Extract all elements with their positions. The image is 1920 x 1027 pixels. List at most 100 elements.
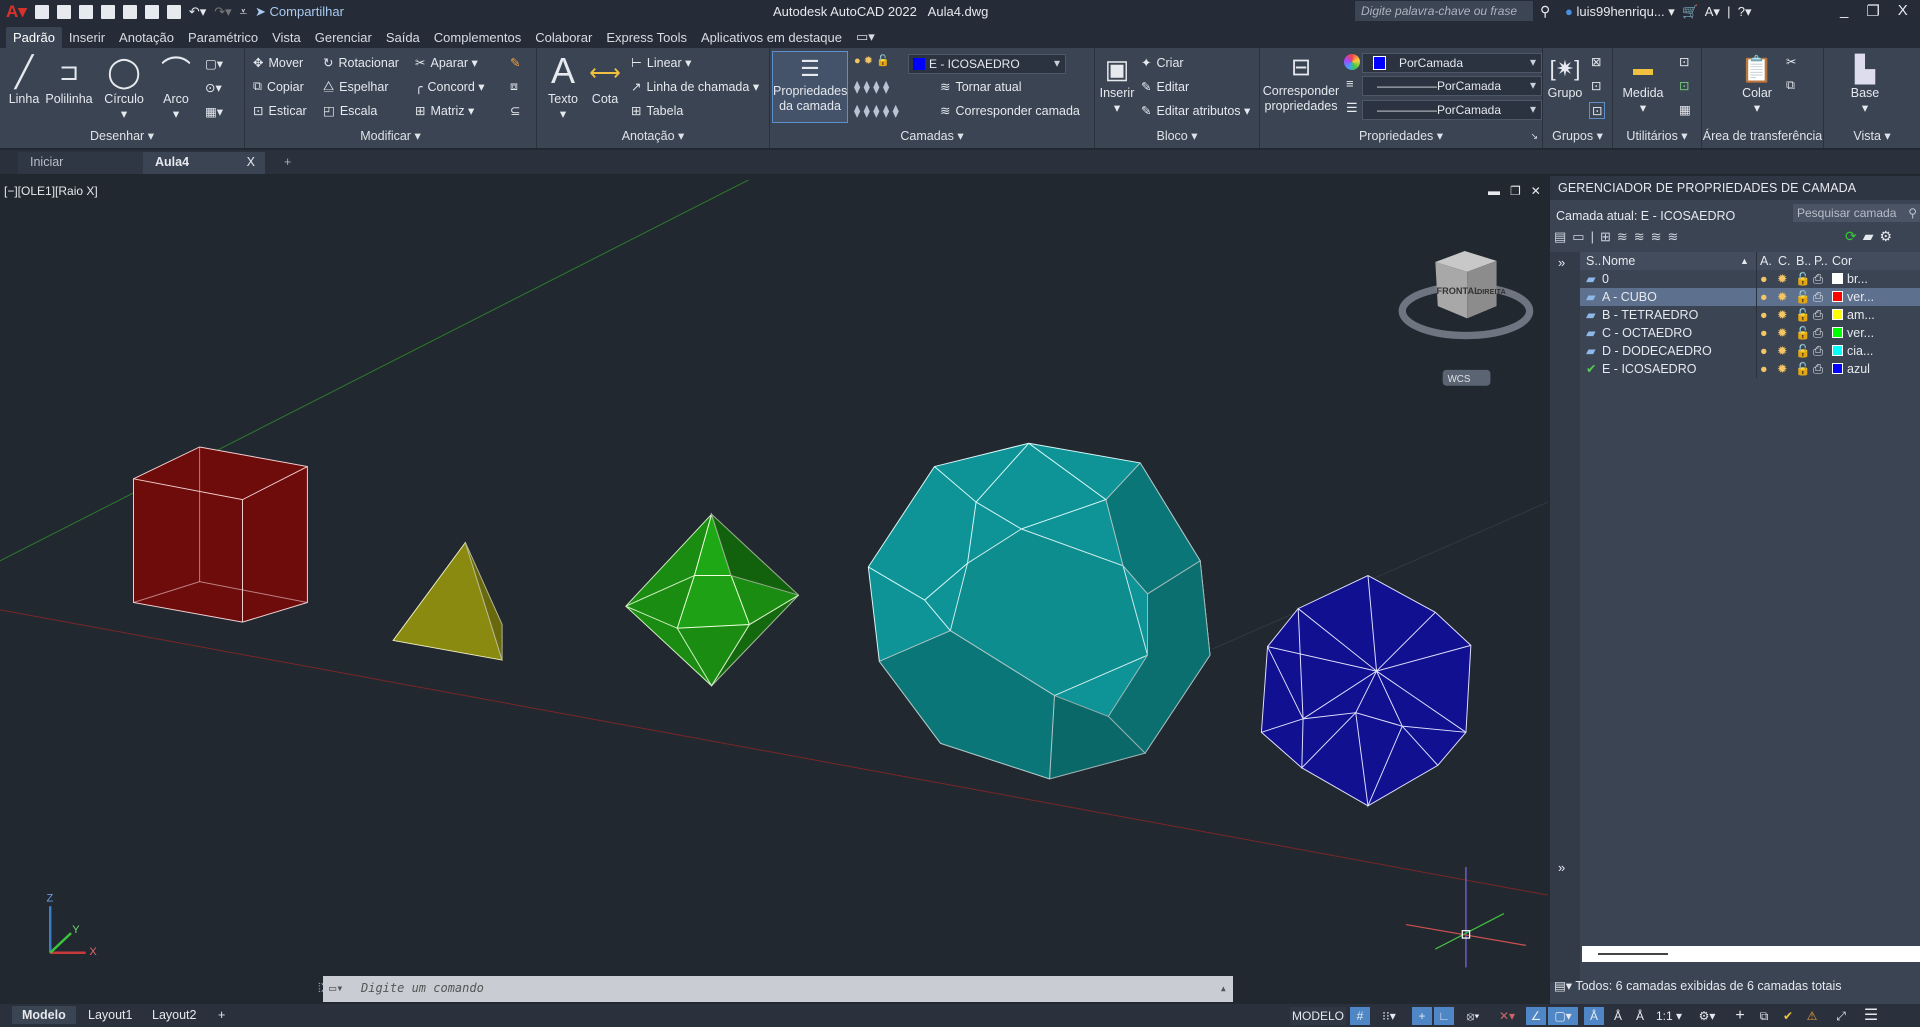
viewcube[interactable]: FRONTAL DIREITA WCS [1398,251,1534,386]
line-button[interactable]: ╱ Linha [4,54,44,107]
layer-on-bulb-icon[interactable]: ● [1760,342,1768,360]
annotation-visibility-icon[interactable]: Å [1584,1007,1604,1025]
layer-unlock-icon[interactable]: 🔓 [1795,270,1811,288]
expand-filters-icon[interactable]: » [1558,255,1565,270]
redo-icon[interactable]: ↷▾ [214,4,231,20]
viewport-controls-label[interactable]: [−][OLE1][Raio X] [4,184,98,198]
ungroup-icon[interactable]: ⊠ [1591,54,1601,69]
erase-icon[interactable]: ✎ [510,55,520,70]
panel-title-transferencia[interactable]: Área de transferência [1702,126,1823,148]
layer-state-icons[interactable]: ● ✹ 🔓 [854,54,890,67]
layer-name[interactable]: A - CUBO [1602,288,1657,306]
new-tab-button[interactable]: + [272,152,303,174]
insert-button[interactable]: ▣ Inserir ▾ [1097,52,1137,116]
expand-filters-bottom-icon[interactable]: » [1558,860,1565,875]
polyline-button[interactable]: ⊐ Polilinha [44,54,94,107]
isolate-objects-icon[interactable]: ✔ [1778,1007,1798,1025]
customization-menu-icon[interactable]: ☰ [1860,1007,1882,1025]
restore-button[interactable]: ❐ [1866,2,1879,20]
panel-title-bloco[interactable]: Bloco ▾ [1095,126,1259,148]
tab-aplicativos[interactable]: Aplicativos em destaque [694,27,849,48]
layer-unlock-icon[interactable]: 🔓 [1795,342,1811,360]
layer-plot-icon[interactable]: ⎙ [1813,342,1823,360]
settings-icon[interactable]: ⚙ [1880,228,1899,244]
trim-button[interactable]: ✂ Aparar ▾ [415,55,478,70]
command-history-icon[interactable]: ▴ [1220,981,1227,995]
panel-title-grupos[interactable]: Grupos ▾ [1543,126,1612,148]
layer-unlock-icon[interactable]: 🔓 [1795,324,1811,342]
tab-complementos[interactable]: Complementos [427,27,528,48]
auto-scale-icon[interactable]: Å [1608,1007,1628,1025]
move-button[interactable]: ✥ Mover [253,55,303,71]
layer-unlock-icon[interactable]: 🔓 [1795,360,1811,378]
paste-button[interactable]: 📋 Colar ▾ [1732,52,1782,116]
octahedron-solid[interactable] [625,512,800,687]
dodecahedron-solid[interactable] [867,442,1211,780]
layer-color-cell[interactable]: azul [1832,360,1870,378]
layer-plot-icon[interactable]: ⎙ [1813,270,1823,288]
filter-icon[interactable]: ▤▾ [1554,979,1572,993]
tab-padrao[interactable]: Padrão [6,26,62,48]
edit-block-button[interactable]: ✎ Editar [1141,79,1189,95]
save-icon[interactable] [78,5,93,19]
layer-color-cell[interactable]: cia... [1832,342,1873,360]
layer-on-bulb-icon[interactable]: ● [1760,306,1768,324]
tab-express-tools[interactable]: Express Tools [599,27,694,48]
layer-on-bulb-icon[interactable]: ● [1760,270,1768,288]
layer-plot-icon[interactable]: ⎙ [1813,324,1823,342]
layer-row[interactable]: ▰ C - OCTAEDRO ● ✹ 🔓 ⎙ ver... [1580,324,1920,342]
col-status[interactable]: S.. [1586,252,1601,270]
group-edit-icon[interactable]: ⊡ [1591,78,1601,93]
tab-aula4[interactable]: Aula4 X [143,152,265,174]
ribbon-minimize-icon[interactable]: ▭▾ [849,26,882,48]
rectangle-icon[interactable]: ▢▾ [205,56,223,71]
ellipse-icon[interactable]: ⊙▾ [205,80,222,95]
panel-title-desenhar[interactable]: Desenhar ▾ [0,126,244,148]
tab-inserir[interactable]: Inserir [62,27,112,48]
tab-colaborar[interactable]: Colaborar [528,27,599,48]
print-icon[interactable] [166,5,181,19]
arc-button[interactable]: ⌒ Arco ▾ [156,54,196,122]
panel-title-propriedades[interactable]: Propriedades ▾ ↘ [1260,126,1542,148]
workspace-gear-icon[interactable]: ⚙▾ [1690,1007,1724,1025]
command-input[interactable]: ▭▾ Digite um comando ▴ [323,976,1233,1002]
select-all-icon[interactable]: ⊡ [1679,78,1689,93]
layer-color-cell[interactable]: am... [1832,306,1875,324]
layer-tools-row-1[interactable]: ⧫ ⧫ ⧫ ⧫ [854,79,889,94]
dimension-button[interactable]: ⟷ Cota [587,54,623,107]
layer-thaw-sun-icon[interactable]: ✹ [1777,342,1787,360]
units-plus-icon[interactable]: + [1730,1007,1750,1025]
leader-button[interactable]: ↗ Linha de chamada ▾ [631,79,759,94]
polar-icon[interactable]: ⦻▾ [1458,1007,1488,1025]
customize-icon[interactable]: ⩡ [240,4,247,20]
layer-thaw-sun-icon[interactable]: ✹ [1777,270,1787,288]
panel-title-camadas[interactable]: Camadas ▾ [770,126,1094,148]
circle-button[interactable]: ◯ Círculo ▾ [100,54,148,122]
mirror-button[interactable]: ⧋ Espelhar [323,79,389,94]
stretch-button[interactable]: ⊡ Esticar [253,103,307,119]
graphics-performance-icon[interactable]: ⚠ [1802,1007,1822,1025]
explode-icon[interactable]: ⧈ [510,79,518,94]
tab-anotacao[interactable]: Anotação [112,27,181,48]
layer-thaw-sun-icon[interactable]: ✹ [1777,360,1787,378]
layer-color-cell[interactable]: br... [1832,270,1868,288]
autocad-logo-icon[interactable]: A▾ [6,2,27,22]
linear-button[interactable]: ⊢ Linear ▾ [631,55,691,70]
layer-row[interactable]: ▰ B - TETRAEDRO ● ✹ 🔓 ⎙ am... [1580,306,1920,324]
scale-button[interactable]: ◰ Escala [323,103,377,119]
col-on[interactable]: A. [1760,252,1772,270]
search-input[interactable]: Digite palavra-chave ou frase [1355,1,1533,21]
layer-row[interactable]: ▰ 0 ● ✹ 🔓 ⎙ br... [1580,270,1920,288]
layer-color-cell[interactable]: ver... [1832,288,1874,306]
layer-filter-tree[interactable]: »» [1550,252,1580,982]
add-layout-button[interactable]: + [208,1006,235,1024]
share-button[interactable]: ➤ Compartilhar [255,4,344,20]
col-color[interactable]: Cor [1832,252,1852,270]
match-layer-button[interactable]: ≋ Corresponder camada [940,103,1080,119]
tab-saida[interactable]: Saída [379,27,427,48]
text-button[interactable]: A Texto ▾ [545,50,581,122]
linetype-dropdown[interactable]: ―――――PorCamada [1362,76,1542,96]
quick-properties-icon[interactable]: ⧉ [1754,1007,1774,1025]
make-current-button[interactable]: ≋ Tornar atual [940,79,1022,95]
layer-color-cell[interactable]: ver... [1832,324,1874,342]
